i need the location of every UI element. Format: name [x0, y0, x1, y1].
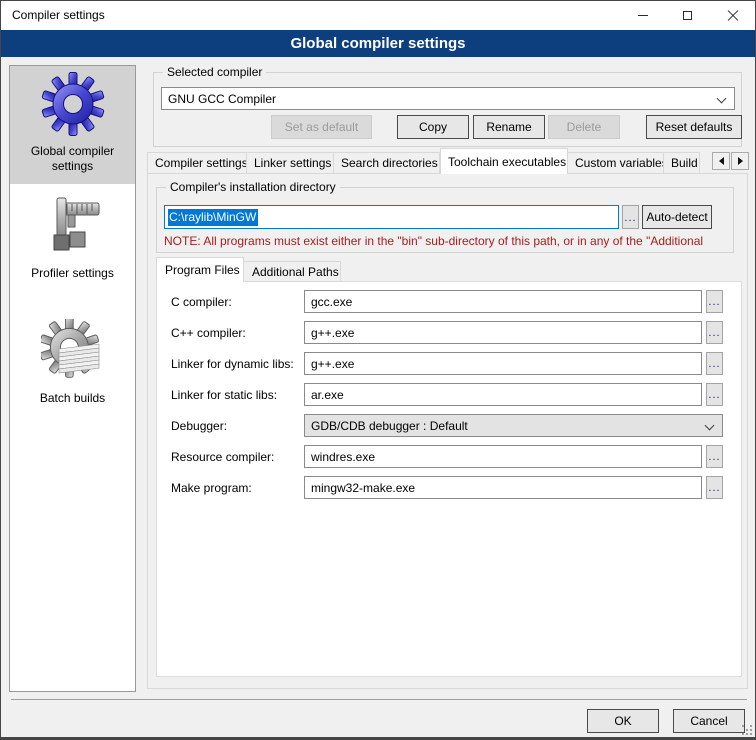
installation-directory-value: C:\raylib\MinGW [168, 209, 258, 226]
auto-detect-button[interactable]: Auto-detect [642, 205, 712, 229]
compiler-settings-window: Compiler settings Global compiler settin… [0, 0, 756, 740]
close-button[interactable] [710, 1, 755, 30]
page-title: Global compiler settings [1, 30, 755, 57]
debugger-dropdown[interactable]: GDB/CDB debugger : Default [304, 414, 723, 437]
tab-search-directories[interactable]: Search directories [334, 152, 440, 174]
tab-compiler-settings[interactable]: Compiler settings [147, 152, 247, 174]
settings-tabstrip: Compiler settings Linker settings Search… [147, 148, 700, 174]
maximize-icon [683, 11, 692, 20]
dynamic-linker-browse-button[interactable]: ... [706, 352, 723, 375]
delete-button[interactable]: Delete [548, 115, 620, 139]
tab-program-files[interactable]: Program Files [156, 257, 244, 282]
tab-scroll-left-icon [719, 157, 724, 165]
sidebar-item-global-compiler-settings[interactable]: Global compiler settings [10, 66, 135, 184]
static-linker-browse-button[interactable]: ... [706, 383, 723, 406]
sidebar-item-label: Profiler settings [31, 266, 114, 281]
c-compiler-input[interactable] [304, 290, 702, 313]
c-compiler-browse-button[interactable]: ... [706, 290, 723, 313]
dynamic-linker-input[interactable] [304, 352, 702, 375]
tab-linker-settings[interactable]: Linker settings [247, 152, 334, 174]
program-files-tabstrip: Program Files Additional Paths [156, 257, 341, 282]
c-compiler-label: C compiler: [171, 290, 232, 313]
caliper-icon [41, 194, 105, 258]
sidebar-item-label: Global compiler settings [13, 144, 132, 174]
resize-grip[interactable] [742, 725, 752, 735]
set-as-default-button[interactable]: Set as default [271, 115, 372, 139]
selected-compiler-group-label: Selected compiler [163, 65, 266, 79]
sidebar-item-profiler-settings[interactable]: Profiler settings [10, 184, 135, 291]
installation-directory-input[interactable]: C:\raylib\MinGW [164, 205, 619, 229]
resource-compiler-browse-button[interactable]: ... [706, 445, 723, 468]
cpp-compiler-label: C++ compiler: [171, 321, 246, 344]
make-program-input[interactable] [304, 476, 702, 499]
static-linker-label: Linker for static libs: [171, 383, 277, 406]
debugger-value: GDB/CDB debugger : Default [311, 419, 468, 433]
copy-button[interactable]: Copy [397, 115, 469, 139]
window-controls [620, 1, 755, 30]
title-bar[interactable]: Compiler settings [1, 1, 755, 30]
selected-compiler-dropdown[interactable]: GNU GCC Compiler [161, 87, 735, 110]
minimize-button[interactable] [620, 1, 665, 30]
blue-gear-icon [41, 72, 105, 136]
cancel-button[interactable]: Cancel [673, 709, 745, 733]
gray-gear-papers-icon [41, 319, 105, 383]
tab-toolchain-executables[interactable]: Toolchain executables [440, 148, 568, 174]
make-program-browse-button[interactable]: ... [706, 476, 723, 499]
footer-separator [11, 699, 747, 700]
sidebar-item-label: Batch builds [40, 391, 105, 406]
tab-custom-variables[interactable]: Custom variables [568, 152, 664, 174]
tab-scroll-left-button[interactable] [712, 152, 730, 170]
cpp-compiler-browse-button[interactable]: ... [706, 321, 723, 344]
chevron-down-icon [717, 94, 727, 104]
static-linker-input[interactable] [304, 383, 702, 406]
rename-button[interactable]: Rename [473, 115, 545, 139]
close-icon [727, 10, 739, 22]
tab-build-options[interactable]: Build options [664, 152, 700, 174]
resource-compiler-input[interactable] [304, 445, 702, 468]
resource-compiler-label: Resource compiler: [171, 445, 274, 468]
minimize-icon [638, 15, 648, 16]
tab-scroll-right-button[interactable] [731, 152, 749, 170]
window-title: Compiler settings [12, 8, 105, 22]
reset-defaults-button[interactable]: Reset defaults [646, 115, 742, 139]
installation-directory-browse-button[interactable]: ... [622, 205, 639, 229]
installation-directory-group-label: Compiler's installation directory [166, 180, 340, 194]
make-program-label: Make program: [171, 476, 252, 499]
tab-scroll-arrows [712, 152, 749, 170]
cpp-compiler-input[interactable] [304, 321, 702, 344]
selected-compiler-value: GNU GCC Compiler [168, 92, 276, 106]
maximize-button[interactable] [665, 1, 710, 30]
installation-directory-note: NOTE: All programs must exist either in … [164, 234, 731, 248]
sidebar: Global compiler settings [9, 65, 136, 692]
dynamic-linker-label: Linker for dynamic libs: [171, 352, 294, 375]
sidebar-item-batch-builds[interactable]: Batch builds [10, 291, 135, 416]
chevron-down-icon [705, 421, 715, 431]
ok-button[interactable]: OK [587, 709, 659, 733]
debugger-label: Debugger: [171, 414, 227, 437]
tab-additional-paths[interactable]: Additional Paths [244, 261, 341, 282]
tab-scroll-right-icon [738, 157, 743, 165]
